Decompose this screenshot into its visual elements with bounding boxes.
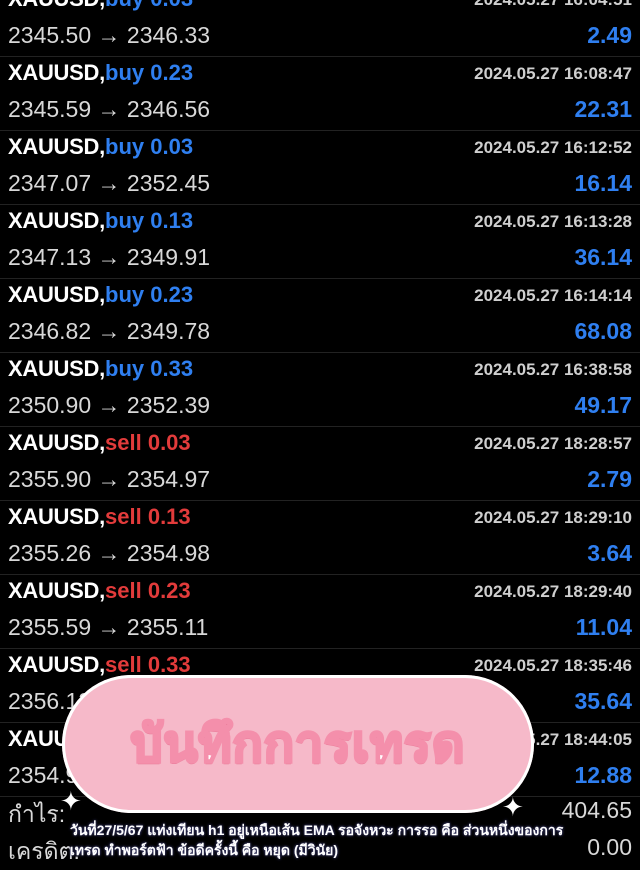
trade-time: 2024.05.27 18:28:57 (474, 434, 632, 453)
trade-direction: sell (105, 504, 142, 529)
trade-time: 2024.05.27 16:04:51 (474, 0, 632, 10)
trade-action: buy 0.23 (105, 60, 193, 86)
trade-prices: 2345.50 → 2346.33 (8, 22, 211, 48)
trade-time: 2024.05.27 16:08:47 (474, 64, 632, 83)
trade-volume: 0.23 (150, 282, 194, 307)
trade-row[interactable]: XAUUSD, buy 0.23 2024.05.27 16:08:47 2345.5… (0, 56, 640, 131)
trade-prices: 2347.07 → 2352.45 (8, 170, 211, 196)
trade-volume: 0.03 (147, 430, 191, 455)
trade-direction: buy (105, 282, 145, 307)
trade-action: sell 0.23 (105, 578, 191, 604)
trade-row[interactable]: XAUUSD, sell 0.23 2024.05.27 18:29:40 2355.… (0, 574, 640, 649)
trade-symbol: XAUUSD, (8, 134, 105, 159)
trade-direction: buy (105, 0, 144, 11)
trade-profit: 2.49 (587, 22, 632, 48)
trade-prices: 2355.59 → 2355.11 (8, 614, 209, 640)
trade-direction: buy (105, 356, 145, 381)
trade-volume: 0.03 (150, 0, 193, 11)
trade-symbol: XAUUSD, (8, 0, 105, 12)
trade-action: buy 0.33 (105, 356, 193, 382)
trade-row[interactable]: XAUUSD, sell 0.13 2024.05.27 18:29:10 2355.… (0, 500, 640, 575)
trade-profit: 16.14 (574, 170, 632, 196)
trade-symbol: XAUUSD, (8, 60, 105, 85)
trade-profit: 35.64 (574, 688, 632, 714)
trade-time: 2024.05.27 18:29:10 (474, 508, 632, 527)
trade-action: sell 0.03 (105, 430, 191, 456)
trade-time: 2024.05.27 18:35:46 (474, 656, 632, 675)
trade-symbol: XAUUSD, (8, 652, 105, 677)
trade-symbol: XAUUSD, (8, 356, 105, 381)
trade-volume: 0.03 (150, 134, 194, 159)
trade-row[interactable]: XAUUSD, buy 0.23 2024.05.27 16:14:14 2346.8… (0, 278, 640, 353)
trade-symbol: XAUUSD, (8, 504, 105, 529)
trade-row[interactable]: XAUUSD, sell 0.03 2024.05.27 18:28:57 2355.… (0, 426, 640, 501)
trade-action: buy 0.03 (105, 0, 193, 12)
trade-volume: 0.23 (147, 578, 191, 603)
trade-profit: 22.31 (574, 96, 632, 122)
trade-profit: 3.64 (587, 540, 632, 566)
trade-row[interactable]: XAUUSD, buy 0.03 2024.05.27 16:12:52 2347.0… (0, 130, 640, 205)
trade-prices: 2345.59 → 2346.56 (8, 96, 211, 122)
trade-prices: 2346.82 → 2349.78 (8, 318, 211, 344)
trade-symbol: XAUUSD, (8, 208, 105, 233)
trade-action: buy 0.03 (105, 134, 193, 160)
trade-row[interactable]: XAUUSD,buy 0.03 2024.05.27 16:04:51 2345.5… (0, 0, 640, 57)
trade-row[interactable]: XAUUSD, buy 0.13 2024.05.27 16:13:28 2347.1… (0, 204, 640, 279)
trade-direction: sell (105, 652, 142, 677)
trade-time: 2024.05.27 18:29:40 (474, 582, 632, 601)
trade-prices: 2347.13 → 2349.91 (8, 244, 211, 270)
summary-credit-value: 0.00 (587, 834, 632, 860)
trade-profit: 2.79 (587, 466, 632, 492)
trade-time: 2024.05.27 16:12:52 (474, 138, 632, 157)
sparkle-icon: ✦ (60, 786, 82, 816)
trade-prices: 2350.90 → 2352.39 (8, 392, 211, 418)
trade-symbol: XAUUSD, (8, 282, 105, 307)
trade-profit: 49.17 (574, 392, 632, 418)
trade-prices: 2355.90 → 2354.97 (8, 466, 211, 492)
trade-time: 2024.05.27 16:38:58 (474, 360, 632, 379)
overlay-title: บันทึกการเทรด (129, 714, 466, 773)
trade-symbol: XAUUSD, (8, 430, 105, 455)
trade-profit: 68.08 (574, 318, 632, 344)
overlay-caption: วันที่27/5/67 แท่งเทียน h1 อยู่เหนือเส้น… (70, 822, 564, 858)
sparkle-icon: ✦ (502, 792, 524, 822)
trade-action: sell 0.13 (105, 504, 191, 530)
trade-action: buy 0.23 (105, 282, 193, 308)
trade-direction: sell (105, 430, 142, 455)
trade-volume: 0.33 (147, 652, 191, 677)
trade-symbol: XAUUSD, (8, 578, 105, 603)
trade-volume: 0.33 (150, 356, 194, 381)
trade-direction: buy (105, 134, 145, 159)
trade-volume: 0.13 (147, 504, 191, 529)
trade-direction: sell (105, 578, 142, 603)
trade-time: 2024.05.27 16:14:14 (474, 286, 632, 305)
trade-time: 2024.05.27 16:13:28 (474, 212, 632, 231)
trade-prices: 2355.26 → 2354.98 (8, 540, 211, 566)
trade-profit: 36.14 (574, 244, 632, 270)
trade-direction: buy (105, 208, 145, 233)
trade-row[interactable]: XAUUSD, buy 0.33 2024.05.27 16:38:58 2350.9… (0, 352, 640, 427)
trade-volume: 0.13 (150, 208, 194, 233)
trade-action: buy 0.13 (105, 208, 193, 234)
summary-profit-label: กำไร: (8, 801, 66, 827)
trade-profit: 11.04 (575, 614, 632, 640)
overlay-title-banner: บันทึกการเทรด (62, 675, 534, 813)
trade-volume: 0.23 (150, 60, 194, 85)
trade-direction: buy (105, 60, 145, 85)
trade-profit: 12.88 (574, 762, 632, 788)
